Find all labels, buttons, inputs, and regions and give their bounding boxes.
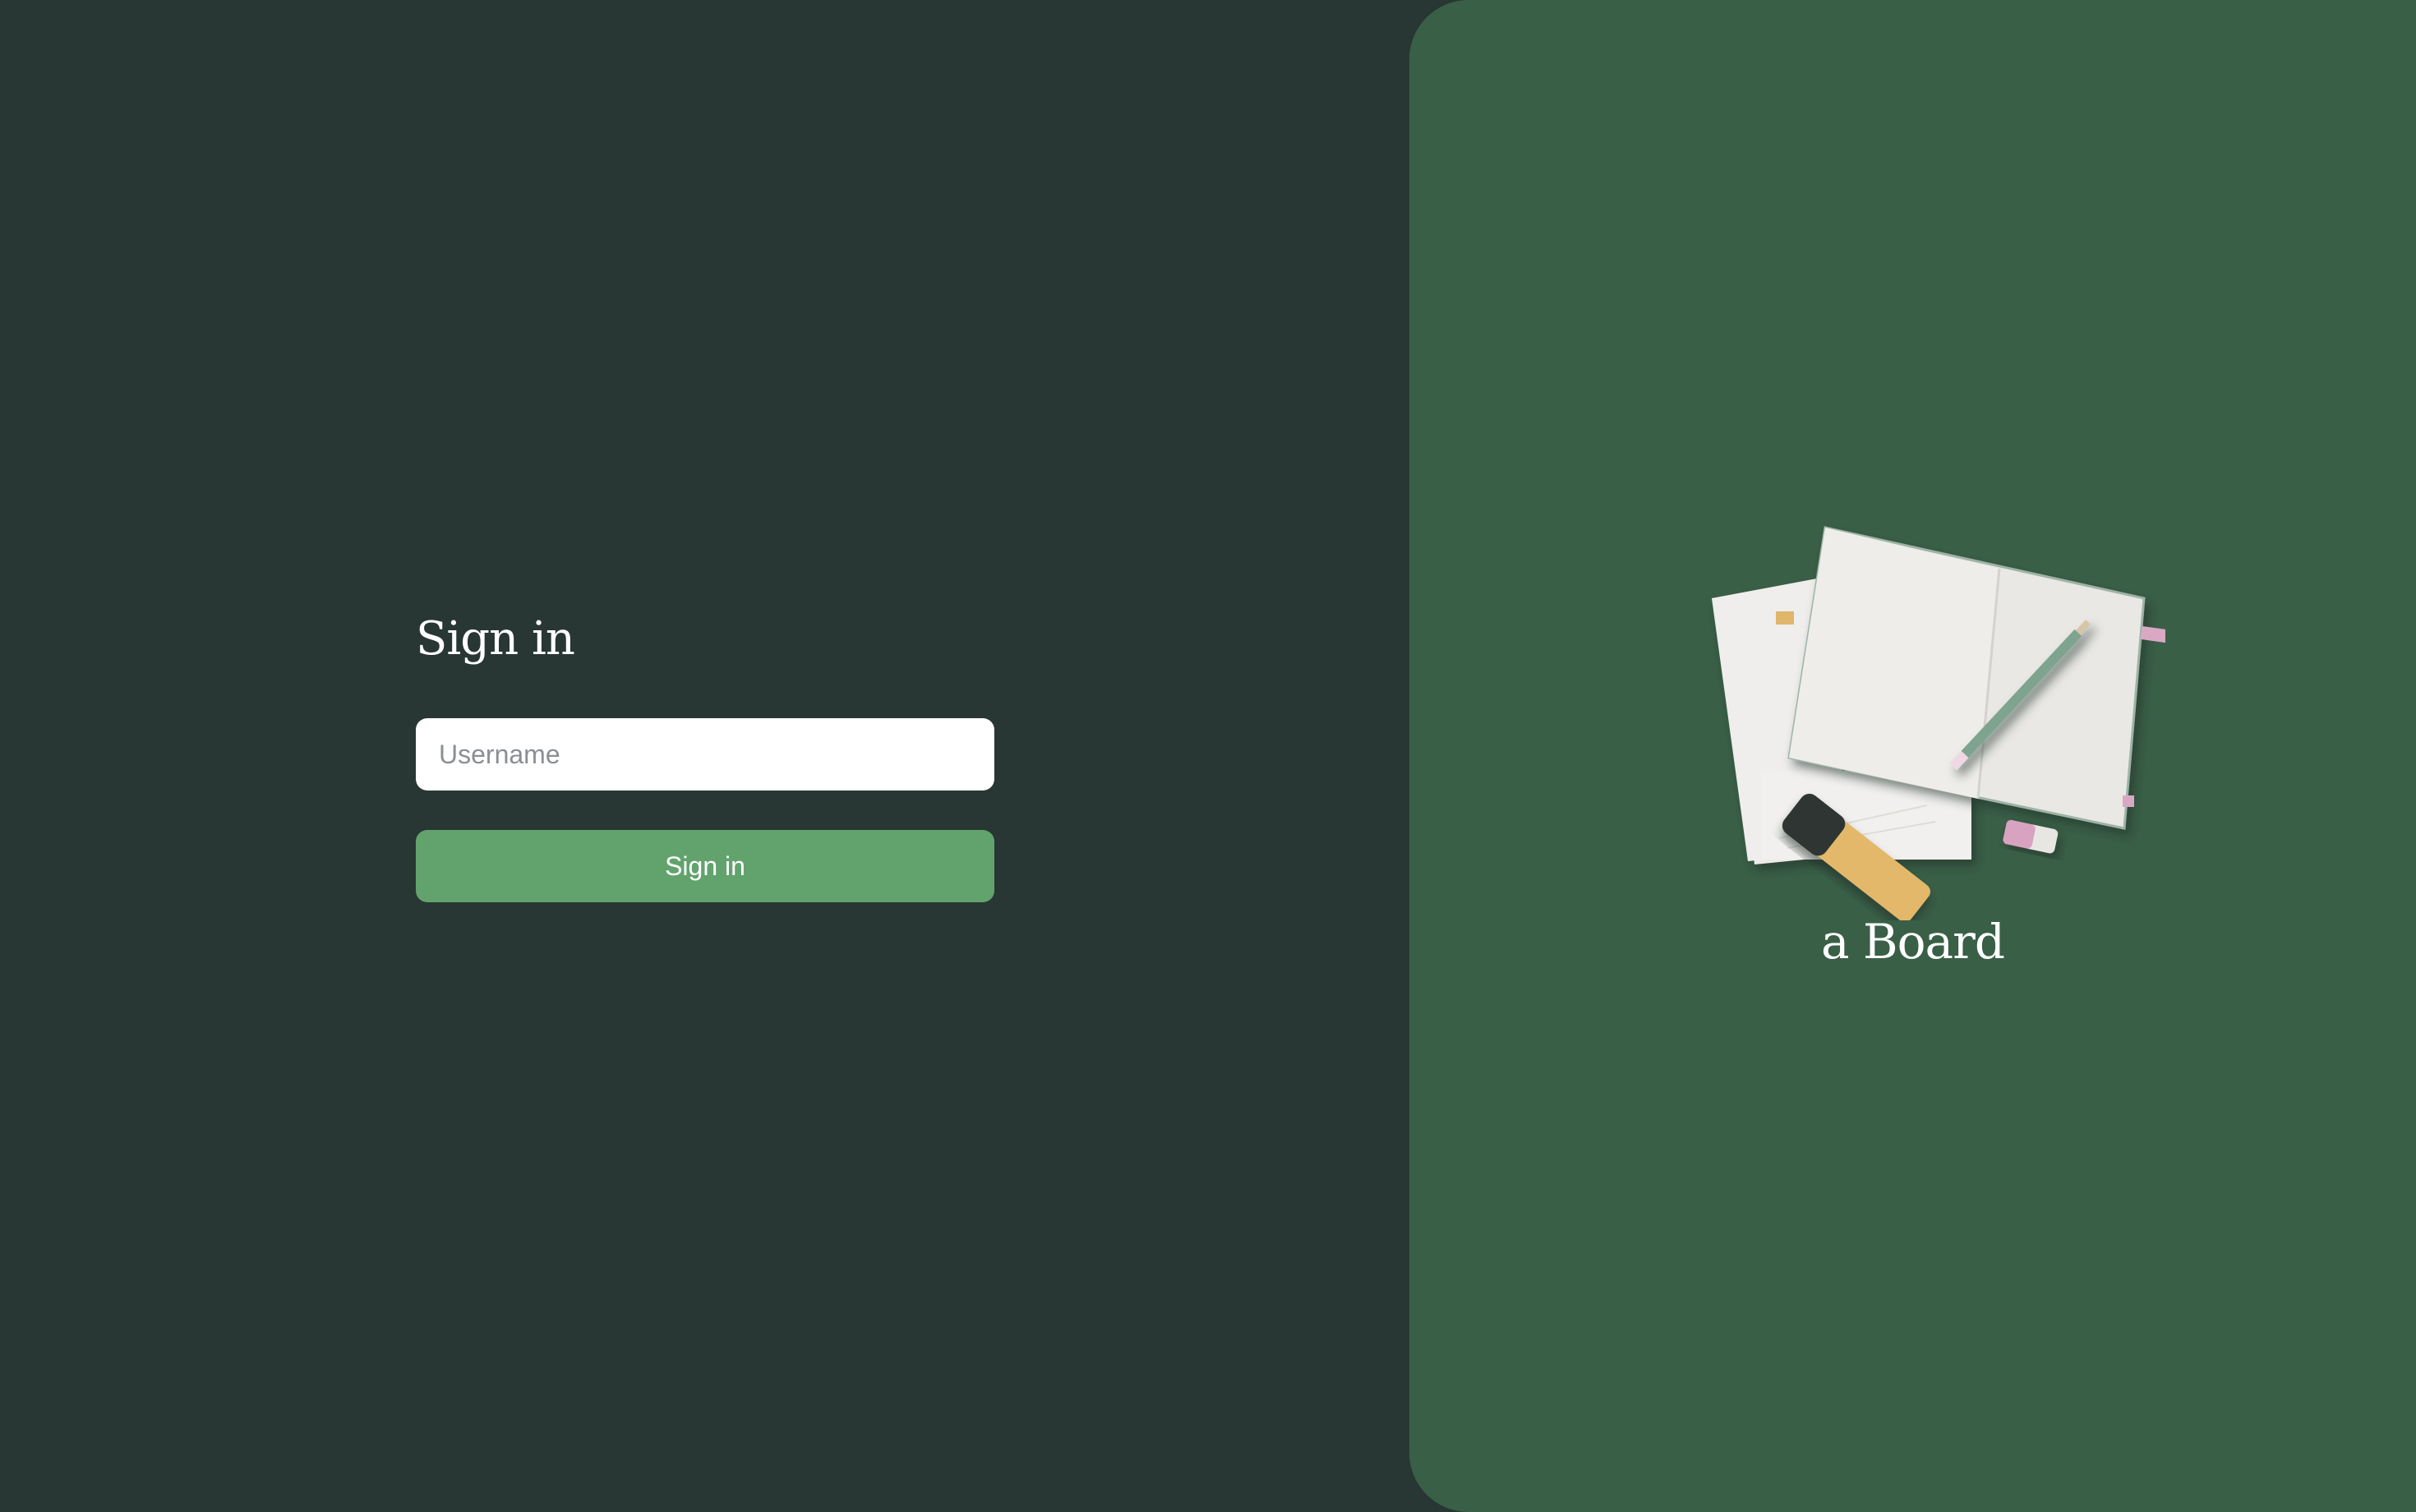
- brand-panel: a Board: [1409, 0, 2416, 1512]
- signin-button[interactable]: Sign in: [416, 830, 994, 902]
- brand-name: a Board: [1821, 914, 2005, 970]
- notebook-stationery-illustration: [1712, 526, 2165, 920]
- signin-form: Sign in Sign in: [416, 606, 994, 902]
- username-input[interactable]: [416, 718, 994, 791]
- signin-title: Sign in: [416, 612, 575, 666]
- login-pane: Sign in Sign in: [0, 0, 1409, 1512]
